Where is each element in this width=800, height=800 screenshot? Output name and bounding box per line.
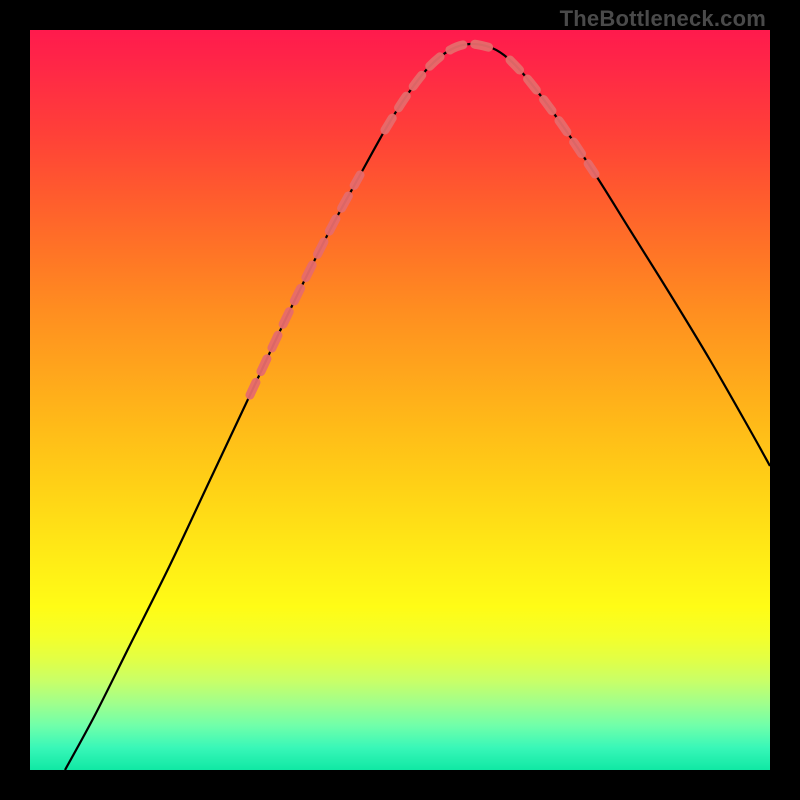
highlight-segment-0 (250, 175, 360, 395)
chart-frame: TheBottleneck.com (0, 0, 800, 800)
main-curve (65, 44, 770, 770)
curve-layer (30, 30, 770, 770)
highlight-segment-1 (385, 44, 492, 130)
watermark-text: TheBottleneck.com (560, 6, 766, 32)
highlight-segment-2 (510, 60, 595, 174)
plot-area (30, 30, 770, 770)
